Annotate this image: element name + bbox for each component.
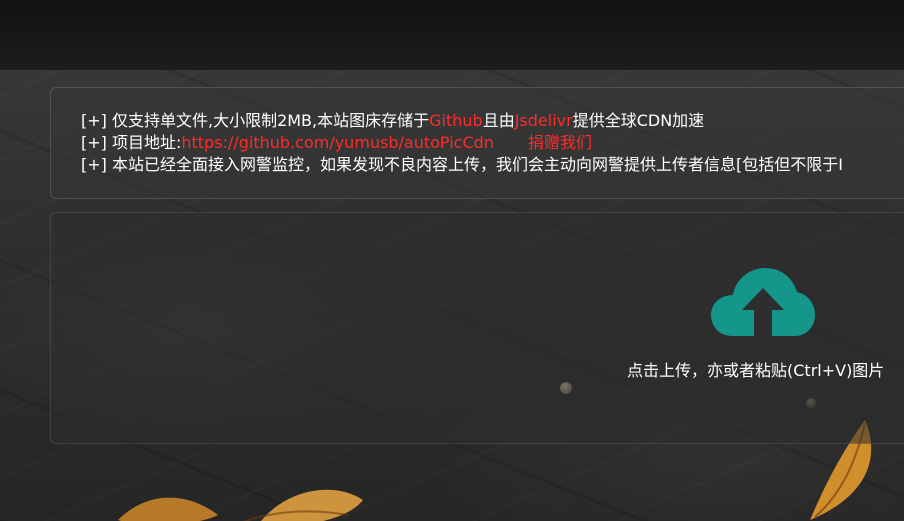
jsdelivr-link[interactable]: Jsdelivr bbox=[515, 111, 573, 130]
notice-bullet: [+] bbox=[81, 133, 112, 152]
upload-label[interactable]: 点击上传，亦或者粘贴(Ctrl+V)图片 bbox=[627, 360, 884, 382]
notice-bullet: [+] bbox=[81, 155, 112, 174]
notice-text: 仅支持单文件,大小限制2MB,本站图床存储于 bbox=[111, 111, 430, 130]
notice-line-2: [+] 项目地址:https://github.com/yumusb/autoP… bbox=[81, 132, 904, 154]
notice-text: 本站已经全面接入网警监控，如果发现不良内容上传，我们会主动向网警提供上传者信息[… bbox=[111, 155, 843, 174]
decorative-leaf bbox=[118, 489, 363, 521]
project-address-label: 项目地址: bbox=[111, 133, 182, 152]
notice-panel: [+] 仅支持单文件,大小限制2MB,本站图床存储于Github且由Jsdeli… bbox=[50, 87, 904, 199]
project-url-link[interactable]: https://github.com/yumusb/autoPicCdn bbox=[181, 133, 494, 152]
notice-text: 且由 bbox=[482, 111, 515, 130]
donate-link[interactable]: 捐赠我们 bbox=[528, 133, 592, 152]
notice-line-1: [+] 仅支持单文件,大小限制2MB,本站图床存储于Github且由Jsdeli… bbox=[81, 110, 904, 132]
cloud-upload-icon[interactable] bbox=[711, 268, 815, 338]
notice-line-3: [+] 本站已经全面接入网警监控，如果发现不良内容上传，我们会主动向网警提供上传… bbox=[81, 154, 904, 176]
github-link[interactable]: Github bbox=[429, 111, 483, 130]
notice-text: 提供全球CDN加速 bbox=[572, 111, 705, 130]
notice-bullet: [+] bbox=[81, 111, 112, 130]
upload-dropzone[interactable]: 点击上传，亦或者粘贴(Ctrl+V)图片 bbox=[50, 212, 904, 444]
top-bar bbox=[0, 0, 904, 70]
